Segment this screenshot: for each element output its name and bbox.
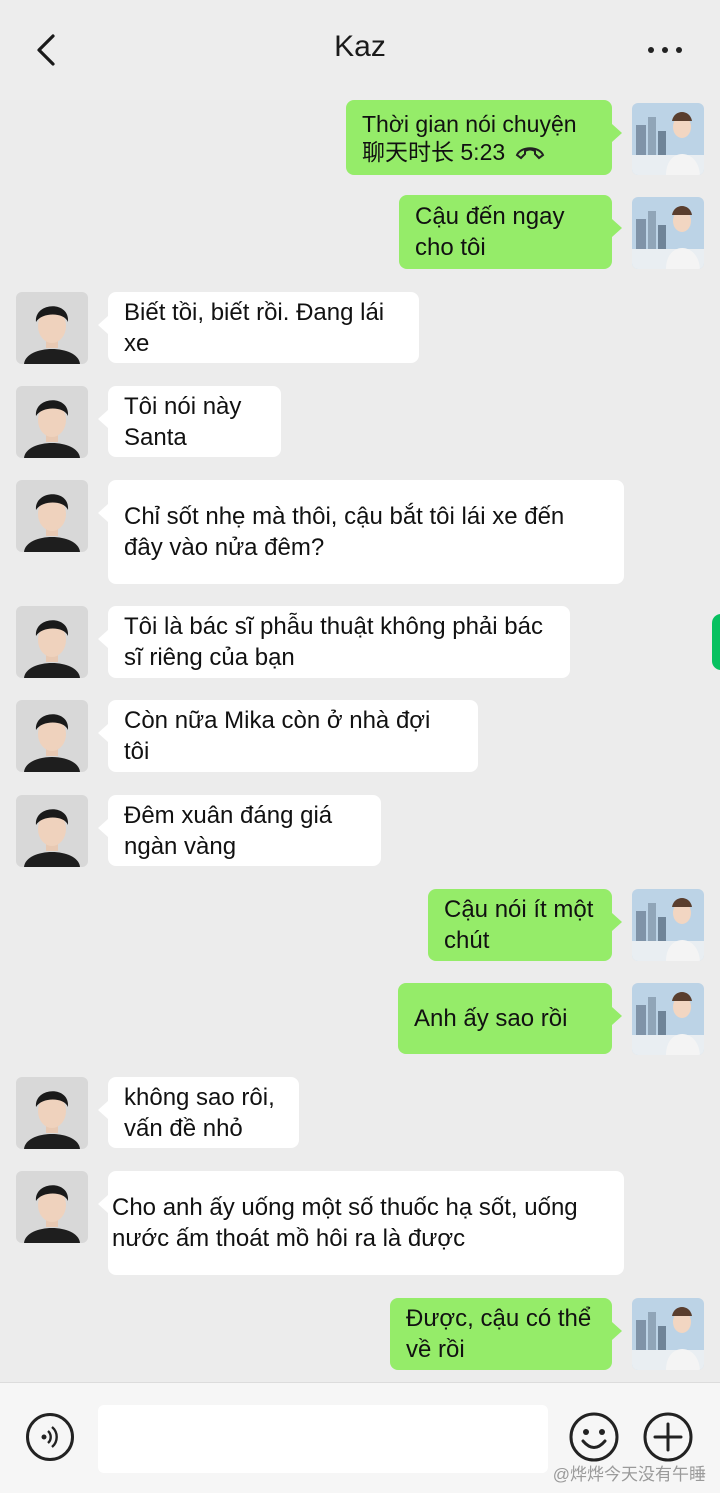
avatar-contact[interactable]	[16, 700, 88, 772]
message-bubble-received[interactable]: Tôi nói này Santa	[98, 386, 281, 457]
message-bubble-sent[interactable]: Được, cậu có thể về rồi	[390, 1298, 622, 1370]
avatar-contact[interactable]	[16, 606, 88, 678]
input-bar: @烨烨今天没有午睡	[0, 1382, 720, 1493]
chat-header: Kaz	[0, 0, 720, 100]
avatar-contact[interactable]	[16, 480, 88, 552]
avatar-contact[interactable]	[16, 292, 88, 364]
emoji-icon	[569, 1412, 619, 1462]
plus-button[interactable]	[642, 1411, 694, 1463]
message-text: Biết tồi, biết rồi. Đang lái xe	[124, 298, 385, 357]
avatar-me[interactable]	[632, 197, 704, 269]
message-text: Cho anh ấy uống một số thuốc hạ sốt, uốn…	[112, 1194, 578, 1252]
more-dots-icon	[648, 47, 654, 53]
message-bubble-received[interactable]: Tôi là bác sĩ phẫu thuật không phải bác …	[98, 606, 570, 678]
more-button[interactable]	[640, 32, 690, 68]
avatar-me[interactable]	[632, 983, 704, 1055]
message-bubble-sent[interactable]: Cậu nói ít một chút	[428, 889, 622, 961]
message-text: Tôi là bác sĩ phẫu thuật không phải bác …	[124, 613, 543, 671]
voice-icon	[41, 1426, 58, 1448]
chat-title: Kaz	[334, 30, 386, 63]
message-text: Còn nữa Mika còn ở nhà đợi tôi	[124, 707, 431, 765]
watermark-text: @烨烨今天没有午睡	[552, 1465, 706, 1484]
message-input[interactable]	[98, 1405, 548, 1473]
emoji-button[interactable]	[568, 1411, 620, 1463]
avatar-contact[interactable]	[16, 1077, 88, 1149]
plus-icon	[643, 1412, 693, 1462]
avatar-contact[interactable]	[16, 795, 88, 867]
message-bubble-received[interactable]: Cho anh ấy uống một số thuốc hạ sốt, uốn…	[98, 1171, 624, 1275]
message-bubble-sent[interactable]: Thời gian nói chuyện 聊天时长 5:23	[346, 100, 622, 175]
message-text: Được, cậu có thể về rồi	[406, 1305, 592, 1363]
message-bubble-received[interactable]: Biết tồi, biết rồi. Đang lái xe	[98, 292, 419, 363]
message-text: Cậu đến ngay cho tôi	[415, 203, 565, 261]
message-bubble-sent[interactable]: Cậu đến ngay cho tôi	[399, 195, 622, 269]
avatar-me[interactable]	[632, 103, 704, 175]
message-text: không sao rôi, vấn đề nhỏ	[124, 1083, 275, 1142]
call-status-label: Thời gian nói chuyện	[362, 110, 577, 137]
hangup-phone-icon	[515, 146, 545, 159]
message-text: Cậu nói ít một chút	[444, 896, 594, 954]
message-text: Đêm xuân đáng giá ngàn vàng	[124, 801, 333, 860]
message-text: Anh ấy sao rồi	[414, 1005, 568, 1032]
message-bubble-received[interactable]: Còn nữa Mika còn ở nhà đợi tôi	[98, 700, 478, 772]
floating-window-handle[interactable]	[712, 614, 720, 670]
call-duration: 聊天时长 5:23	[362, 138, 506, 165]
message-bubble-received[interactable]: không sao rôi, vấn đề nhỏ	[98, 1077, 299, 1148]
voice-button[interactable]	[26, 1413, 74, 1461]
message-text: Chỉ sốt nhẹ mà thôi, cậu bắt tôi lái xe …	[124, 503, 565, 561]
avatar-me[interactable]	[632, 1298, 704, 1370]
message-bubble-sent[interactable]: Anh ấy sao rồi	[398, 983, 622, 1054]
message-bubble-received[interactable]: Đêm xuân đáng giá ngàn vàng	[98, 795, 381, 866]
avatar-contact[interactable]	[16, 1171, 88, 1243]
message-text: Tôi nói này Santa	[124, 392, 242, 451]
avatar-contact[interactable]	[16, 386, 88, 458]
avatar-me[interactable]	[632, 889, 704, 961]
message-bubble-received[interactable]: Chỉ sốt nhẹ mà thôi, cậu bắt tôi lái xe …	[98, 480, 624, 584]
